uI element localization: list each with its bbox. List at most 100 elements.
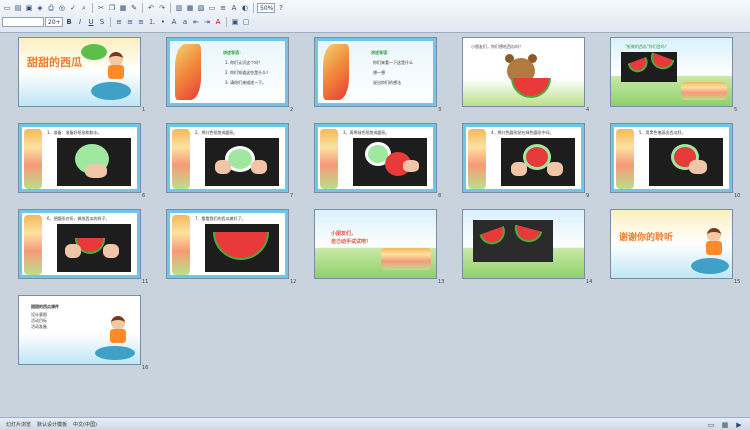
- standard-toolbar: ▭ ▤ ▣ ◈ ⎙ ◎ ✓ ⌕ ✂ ❐ ▦ ✎ ↶ ↷ ▥ ▦ ▧ ▭ ≡ A …: [2, 2, 286, 14]
- zoom-select[interactable]: 50%: [257, 3, 275, 13]
- slide-thumbnail-12[interactable]: 7、看看我们的西瓜做好了。: [166, 209, 289, 279]
- lotus-leaf-image: [91, 82, 131, 100]
- table-icon[interactable]: ▦: [185, 3, 195, 13]
- separator: [253, 3, 254, 13]
- slide-number: 14: [586, 279, 593, 285]
- font-name-select[interactable]: [2, 17, 44, 27]
- bold-button[interactable]: B: [64, 17, 74, 27]
- slide-thumbnail-2[interactable]: 讲述导语： 1. 你们认识这个吗？ 2. 你们知道这些是什么？ 3. 请你们来描…: [166, 37, 289, 107]
- slide-thumbnail-11[interactable]: 6、把圆形对折，做成西瓜的样子。: [18, 209, 141, 279]
- slide-thumbnail-7[interactable]: 2、将红色纸剪成圆形。: [166, 123, 289, 193]
- slide-number: 8: [438, 193, 442, 199]
- toolbar: ▭ ▤ ▣ ◈ ⎙ ◎ ✓ ⌕ ✂ ❐ ▦ ✎ ↶ ↷ ▥ ▦ ▧ ▭ ≡ A …: [0, 0, 750, 33]
- slide-thumbnail-4[interactable]: 小朋友们，你们想吃西瓜吗？: [462, 37, 585, 107]
- slide-step: 7、看看我们的西瓜做好了。: [195, 216, 246, 221]
- hand-image: [215, 160, 231, 174]
- help-icon[interactable]: ?: [276, 3, 286, 13]
- slide-number: 7: [290, 193, 294, 199]
- slide-thumbnail-5[interactable]: "纸做的西瓜"你们会吗？: [610, 37, 733, 107]
- slide-number: 16: [142, 365, 149, 371]
- save-icon[interactable]: ▣: [24, 3, 34, 13]
- font-size-select[interactable]: 20+: [45, 17, 63, 27]
- slide-thumbnail-13[interactable]: 小朋友们， 自己动手试试吧！: [314, 209, 437, 279]
- shadow-button[interactable]: S: [97, 17, 107, 27]
- align-right-icon[interactable]: ≡: [136, 17, 146, 27]
- slide-step: 4、将红色圆形贴在绿色圆形中间。: [491, 130, 554, 135]
- permission-icon[interactable]: ◈: [35, 3, 45, 13]
- paste-icon[interactable]: ▦: [118, 3, 128, 13]
- design-icon[interactable]: ▣: [230, 17, 240, 27]
- numbering-icon[interactable]: ⒈: [147, 17, 157, 27]
- boy-image: [703, 228, 725, 258]
- boy-image: [107, 316, 129, 346]
- slide-line: 甜甜的西瓜课件: [31, 304, 59, 309]
- separator: [92, 3, 93, 13]
- expand-all-icon[interactable]: ≡: [218, 3, 228, 13]
- slide-thumbnail-1[interactable]: 甜甜的西瓜: [18, 37, 141, 107]
- slide-step: 1、准备：准备好纸张和胶水。: [47, 130, 102, 135]
- separator: [110, 17, 111, 27]
- slide-number: 5: [734, 107, 738, 113]
- copy-icon[interactable]: ❐: [107, 3, 117, 13]
- slide-step: 2、将红色纸剪成圆形。: [195, 130, 238, 135]
- slide-line: 想一想: [373, 70, 385, 75]
- slide-number: 11: [142, 279, 149, 285]
- underline-button[interactable]: U: [86, 17, 96, 27]
- slide-thumbnail-3[interactable]: 讲述导语： 你们来看一下这是什么 想一想 说出你们的想法: [314, 37, 437, 107]
- chart-icon[interactable]: ▥: [174, 3, 184, 13]
- slide-subheading: 自己动手试试吧！: [331, 239, 372, 245]
- separator: [226, 17, 227, 27]
- italic-button[interactable]: I: [75, 17, 85, 27]
- slide-number: 3: [438, 107, 442, 113]
- slide-number: 12: [290, 279, 297, 285]
- undo-icon[interactable]: ↶: [146, 3, 156, 13]
- hand-image: [547, 162, 563, 176]
- slide-line: 活动准备: [31, 324, 47, 329]
- slide-heading: 讲述导语：: [223, 50, 243, 55]
- preview-icon[interactable]: ◎: [57, 3, 67, 13]
- align-center-icon[interactable]: ≡: [125, 17, 135, 27]
- research-icon[interactable]: ⌕: [79, 3, 89, 13]
- hand-image: [65, 244, 81, 258]
- decrease-font-icon[interactable]: a: [180, 17, 190, 27]
- status-language: 中文(中国): [73, 421, 97, 428]
- slide-thumbnail-8[interactable]: 3、再将绿色纸剪成圆形。: [314, 123, 437, 193]
- increase-font-icon[interactable]: A: [169, 17, 179, 27]
- cut-icon[interactable]: ✂: [96, 3, 106, 13]
- animal-slide-image: [175, 44, 201, 100]
- print-icon[interactable]: ⎙: [46, 3, 56, 13]
- redo-icon[interactable]: ↷: [157, 3, 167, 13]
- animal-column-image: [172, 215, 190, 275]
- boy-image: [105, 52, 127, 82]
- separator: [142, 3, 143, 13]
- slide-thumbnail-16[interactable]: 甜甜的西瓜课件 设计意图 活动目标 活动准备: [18, 295, 141, 365]
- slide-thumbnail-6[interactable]: 1、准备：准备好纸张和胶水。: [18, 123, 141, 193]
- tables-borders-icon[interactable]: ▧: [196, 3, 206, 13]
- slide-line: 活动目标: [31, 318, 47, 323]
- status-bar: 幻灯片浏览 默认设计模板 中文(中国) ▭ ▦ ▶: [0, 417, 750, 430]
- new-slide-icon[interactable]: ▭: [207, 3, 217, 13]
- spelling-icon[interactable]: ✓: [68, 3, 78, 13]
- animal-slide-image: [323, 44, 349, 100]
- slide-title: 谢谢你的聆听: [619, 233, 674, 243]
- slide-thumbnail-10[interactable]: 5、用黑色笔画出西瓜籽。: [610, 123, 733, 193]
- open-icon[interactable]: ▤: [13, 3, 23, 13]
- hand-image: [511, 162, 527, 176]
- slide-thumbnail-14[interactable]: [462, 209, 585, 279]
- slide-heading: 小朋友们，: [331, 231, 357, 237]
- slide-thumbnail-9[interactable]: 4、将红色圆形贴在绿色圆形中间。: [462, 123, 585, 193]
- decrease-indent-icon[interactable]: ⇤: [191, 17, 201, 27]
- bullets-icon[interactable]: •: [158, 17, 168, 27]
- grayscale-icon[interactable]: ◐: [240, 3, 250, 13]
- format-painter-icon[interactable]: ✎: [129, 3, 139, 13]
- animal-column-image: [320, 129, 338, 189]
- new-icon[interactable]: ▭: [2, 3, 12, 13]
- show-formatting-icon[interactable]: A: [229, 3, 239, 13]
- new-slide-button-icon[interactable]: ▢: [241, 17, 251, 27]
- slide-thumbnail-15[interactable]: 谢谢你的聆听: [610, 209, 733, 279]
- align-left-icon[interactable]: ≡: [114, 17, 124, 27]
- slide-heading: "纸做的西瓜"你们会吗？: [625, 44, 669, 49]
- increase-indent-icon[interactable]: ⇥: [202, 17, 212, 27]
- status-view: 幻灯片浏览: [6, 421, 32, 428]
- font-color-icon[interactable]: A: [213, 17, 223, 27]
